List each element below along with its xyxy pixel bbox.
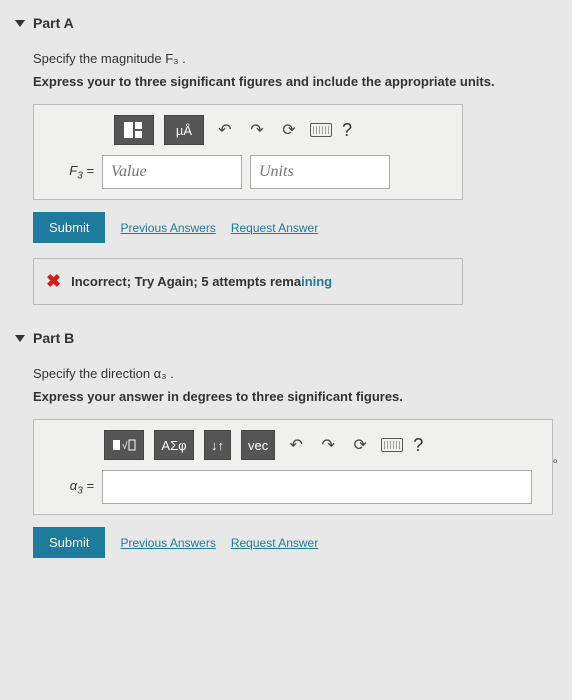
answer-box-b: √ ΑΣφ ↓↑ vec ↶ ↷ ⟳ ? α3 =	[33, 419, 553, 515]
toolbar-a: µÅ ↶ ↷ ⟳ ?	[114, 115, 452, 145]
previous-answers-link-a[interactable]: Previous Answers	[120, 221, 215, 235]
reset-icon[interactable]: ⟳	[278, 120, 300, 140]
express-text-b: Express your answer in degrees to three …	[33, 389, 557, 404]
part-a-header[interactable]: Part A	[15, 15, 557, 31]
actions-b: Submit Previous Answers Request Answer	[33, 527, 557, 558]
caret-down-icon	[15, 20, 25, 27]
express-text-a: Express your to three significant figure…	[33, 74, 557, 89]
sortarrows-button[interactable]: ↓↑	[204, 430, 231, 460]
keyboard-icon[interactable]	[310, 123, 332, 137]
redo-icon[interactable]: ↷	[246, 120, 268, 140]
part-b-title: Part B	[33, 330, 74, 346]
part-a-title: Part A	[33, 15, 74, 31]
part-b-content: Specify the direction α₃ . Express your …	[33, 366, 557, 558]
answer-input-b[interactable]	[102, 470, 532, 504]
submit-button-b[interactable]: Submit	[33, 527, 105, 558]
input-row-a: F3 =	[44, 155, 452, 189]
specify-text-a: Specify the magnitude F₃ .	[33, 51, 557, 66]
help-icon[interactable]: ?	[342, 120, 352, 141]
part-a-content: Specify the magnitude F₃ . Express your …	[33, 51, 557, 305]
previous-answers-link-b[interactable]: Previous Answers	[120, 536, 215, 550]
submit-button-a[interactable]: Submit	[33, 212, 105, 243]
part-b-header[interactable]: Part B	[15, 330, 557, 346]
units-input[interactable]	[250, 155, 390, 189]
degree-suffix: ∘	[551, 454, 559, 468]
keyboard-icon[interactable]	[381, 438, 403, 452]
actions-a: Submit Previous Answers Request Answer	[33, 212, 557, 243]
help-icon[interactable]: ?	[413, 435, 423, 456]
answer-box-a: µÅ ↶ ↷ ⟳ ? F3 =	[33, 104, 463, 200]
specify-text-b: Specify the direction α₃ .	[33, 366, 557, 381]
vec-button[interactable]: vec	[241, 430, 275, 460]
request-answer-link-b[interactable]: Request Answer	[231, 536, 318, 550]
incorrect-x-icon: ✖	[46, 271, 61, 292]
input-row-b: α3 =	[44, 470, 542, 504]
math-template-button[interactable]: √	[104, 430, 144, 460]
redo-icon[interactable]: ↷	[317, 435, 339, 455]
variable-label-a: F3 =	[44, 163, 94, 182]
svg-text:√: √	[122, 440, 128, 452]
feedback-text: Incorrect; Try Again; 5 attempts remaini…	[71, 274, 332, 289]
template-icon	[123, 121, 145, 139]
caret-down-icon	[15, 335, 25, 342]
undo-icon[interactable]: ↶	[285, 435, 307, 455]
variable-label-b: α3 =	[44, 478, 94, 497]
undo-icon[interactable]: ↶	[214, 120, 236, 140]
template-button[interactable]	[114, 115, 154, 145]
math-template-icon: √	[112, 437, 136, 453]
symbols-button[interactable]: ΑΣφ	[154, 430, 194, 460]
toolbar-b: √ ΑΣφ ↓↑ vec ↶ ↷ ⟳ ?	[104, 430, 542, 460]
feedback-box: ✖ Incorrect; Try Again; 5 attempts remai…	[33, 258, 463, 305]
reset-icon[interactable]: ⟳	[349, 435, 371, 455]
value-input[interactable]	[102, 155, 242, 189]
units-button[interactable]: µÅ	[164, 115, 204, 145]
request-answer-link-a[interactable]: Request Answer	[231, 221, 318, 235]
